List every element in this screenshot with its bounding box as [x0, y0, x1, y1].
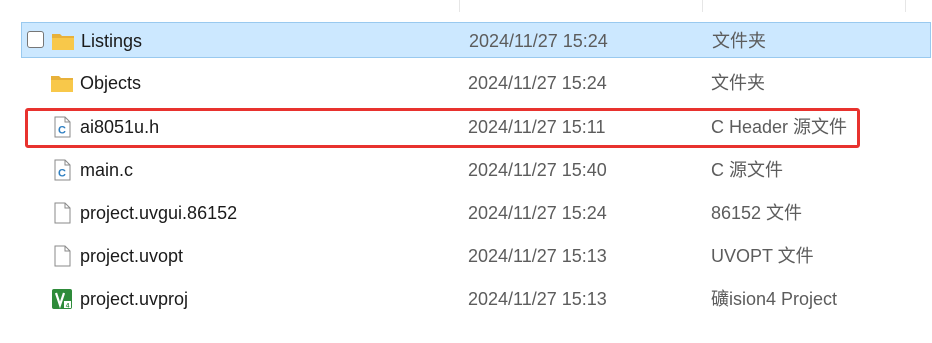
file-name: ai8051u.h	[80, 117, 160, 137]
c-source-file-icon: C	[54, 159, 71, 181]
column-divider[interactable]	[459, 0, 460, 12]
column-divider[interactable]	[905, 0, 906, 12]
file-type: 礦ision4 Project	[711, 289, 838, 309]
file-date-modified: 2024/11/27 15:13	[468, 289, 607, 309]
file-date-modified: 2024/11/27 15:24	[468, 73, 607, 93]
folder-icon	[51, 76, 73, 92]
file-name: project.uvopt	[80, 246, 184, 266]
generic-file-icon	[54, 202, 71, 224]
file-row-ai8051u-h[interactable]: C ai8051u.h 2024/11/27 15:11 C Header 源文…	[21, 109, 931, 145]
svg-text:4: 4	[66, 302, 70, 309]
file-name: Listings	[81, 31, 143, 51]
file-date-modified: 2024/11/27 15:24	[468, 203, 607, 223]
keil-uvision-file-icon: 4	[52, 289, 72, 309]
file-date-modified: 2024/11/27 15:40	[468, 160, 607, 180]
column-divider[interactable]	[702, 0, 703, 12]
file-date-modified: 2024/11/27 15:24	[469, 31, 608, 51]
file-date-modified: 2024/11/27 15:13	[468, 246, 607, 266]
file-list: Listings 2024/11/27 15:24 文件夹 Objects 20…	[0, 0, 932, 343]
file-row-project-uvproj[interactable]: 4 project.uvproj 2024/11/27 15:13 礦ision…	[21, 281, 931, 317]
svg-text:C: C	[58, 125, 66, 137]
file-name: project.uvgui.86152	[80, 203, 238, 223]
file-date-modified: 2024/11/27 15:11	[468, 117, 606, 137]
folder-icon	[52, 34, 74, 50]
svg-text:C: C	[58, 168, 66, 180]
file-row-objects[interactable]: Objects 2024/11/27 15:24 文件夹	[21, 65, 931, 101]
row-select-checkbox[interactable]	[27, 31, 44, 48]
file-type: UVOPT 文件	[711, 246, 814, 266]
file-row-project-uvopt[interactable]: project.uvopt 2024/11/27 15:13 UVOPT 文件	[21, 238, 931, 274]
file-type: 86152 文件	[711, 203, 803, 223]
c-header-file-icon: C	[54, 116, 71, 138]
file-type: C Header 源文件	[711, 117, 848, 137]
file-row-listings[interactable]: Listings 2024/11/27 15:24 文件夹	[21, 22, 931, 58]
file-type: 文件夹	[712, 31, 766, 51]
file-name: main.c	[80, 160, 134, 180]
file-row-project-uvgui[interactable]: project.uvgui.86152 2024/11/27 15:24 861…	[21, 195, 931, 231]
file-name: project.uvproj	[80, 289, 189, 309]
file-type: C 源文件	[711, 160, 783, 180]
file-name: Objects	[80, 73, 142, 93]
file-row-main-c[interactable]: C main.c 2024/11/27 15:40 C 源文件	[21, 152, 931, 188]
file-type: 文件夹	[711, 73, 765, 93]
generic-file-icon	[54, 245, 71, 267]
